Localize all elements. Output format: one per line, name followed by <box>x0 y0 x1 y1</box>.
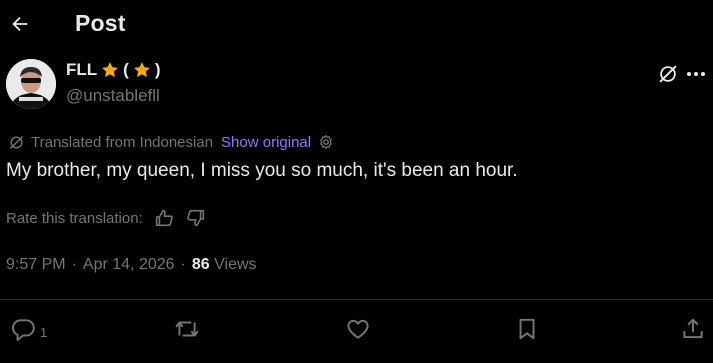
more-options-button[interactable] <box>682 60 710 88</box>
rate-translation-label: Rate this translation: <box>6 209 143 227</box>
translation-row: Translated from Indonesian Show original <box>8 133 335 151</box>
author-name-row[interactable]: FLL ( ) <box>66 60 161 80</box>
bookmark-button[interactable] <box>514 315 540 343</box>
reply-count: 1 <box>40 324 48 340</box>
meta-separator: · <box>71 256 77 273</box>
share-icon <box>683 318 703 339</box>
grok-button[interactable] <box>654 60 682 88</box>
show-original-link[interactable]: Show original <box>221 134 311 151</box>
views-label: Views <box>214 256 257 273</box>
name-paren-open: ( <box>123 60 129 79</box>
translation-note: Translated from Indonesian <box>31 133 214 151</box>
divider <box>0 299 713 300</box>
like-button[interactable] <box>345 315 371 343</box>
author-handle[interactable]: @unstablefll <box>66 86 160 106</box>
heart-icon <box>347 319 369 339</box>
views-count: 86 <box>191 256 210 273</box>
name-paren-close: ) <box>154 60 161 79</box>
bookmark-icon <box>519 318 535 340</box>
more-dots-icon <box>687 72 705 76</box>
repost-icon <box>175 321 199 337</box>
grok-icon <box>659 65 677 83</box>
rate-translation-row: Rate this translation: <box>6 207 207 229</box>
author-name: FLL <box>66 60 98 79</box>
post-date[interactable]: Apr 14, 2026 <box>83 256 175 274</box>
reply-button[interactable]: 1 <box>10 315 47 343</box>
star-emoji-icon <box>102 62 119 78</box>
gear-icon[interactable] <box>317 133 335 151</box>
thumbs-up-icon[interactable] <box>153 207 175 229</box>
avatar-image <box>6 59 56 109</box>
translate-icon <box>10 135 23 149</box>
avatar[interactable] <box>6 59 56 109</box>
page-title: Post <box>75 10 126 36</box>
meta-separator: · <box>180 256 186 273</box>
star-emoji-icon <box>133 62 150 78</box>
repost-button[interactable] <box>174 315 200 343</box>
post-time[interactable]: 9:57 PM <box>6 256 66 274</box>
reply-icon <box>12 319 35 341</box>
post-meta: 9:57 PM · Apr 14, 2026 · 86 Views <box>6 256 257 274</box>
arrow-left-icon <box>12 16 28 32</box>
thumbs-down-icon[interactable] <box>185 207 207 229</box>
back-button[interactable] <box>4 8 36 40</box>
share-button[interactable] <box>680 315 706 343</box>
tweet-text: My brother, my queen, I miss you so much… <box>6 160 518 181</box>
